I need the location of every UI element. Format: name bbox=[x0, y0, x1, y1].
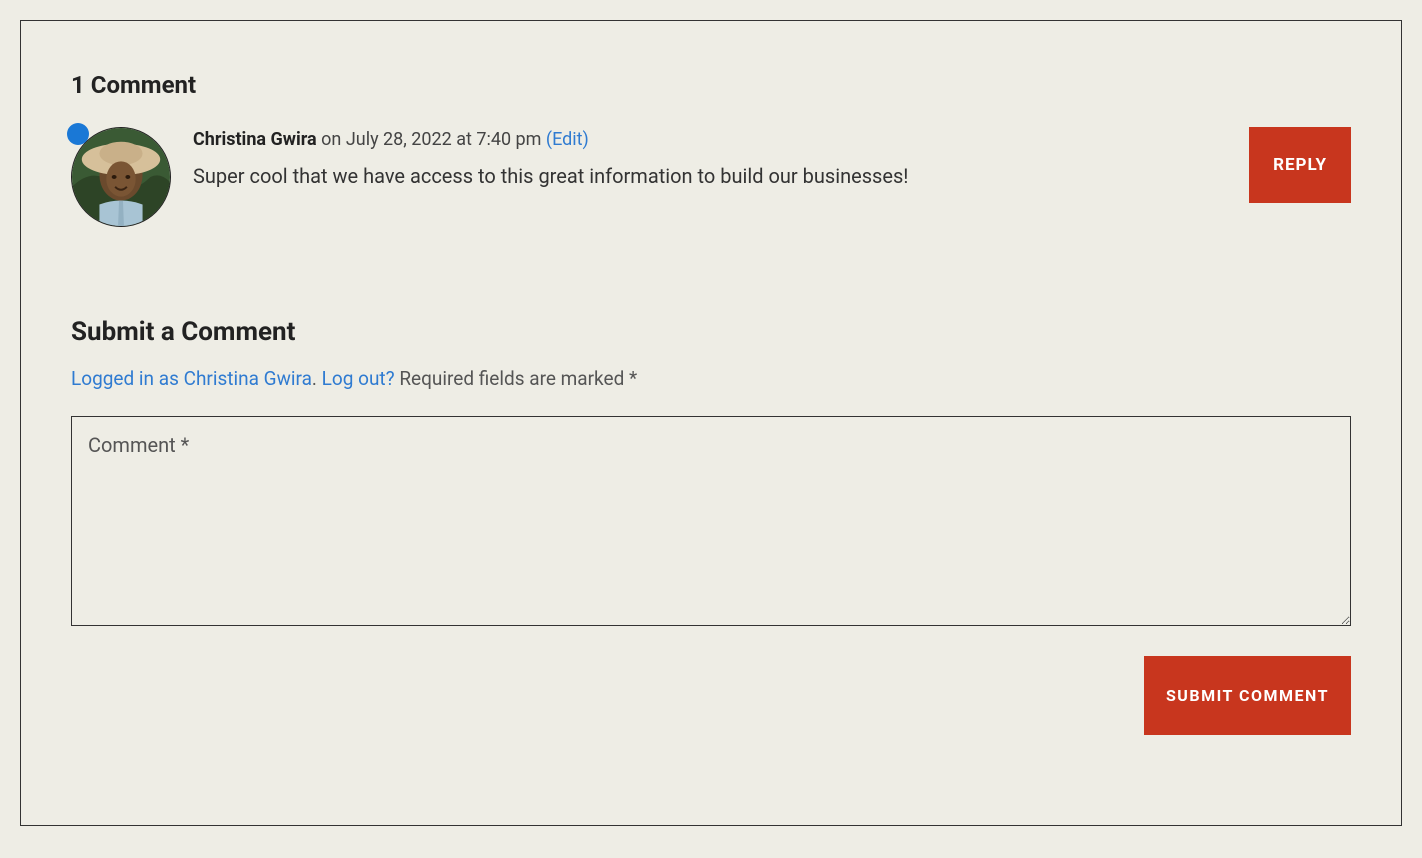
required-note: Required fields are marked * bbox=[395, 367, 638, 390]
comment-textarea[interactable] bbox=[71, 416, 1351, 626]
reply-button[interactable]: REPLY bbox=[1249, 127, 1351, 203]
comment-body: Christina Gwira on July 28, 2022 at 7:40… bbox=[193, 127, 1249, 188]
submit-row: SUBMIT COMMENT bbox=[71, 656, 1351, 735]
comment-meta: Christina Gwira on July 28, 2022 at 7:40… bbox=[193, 129, 1249, 150]
edit-link[interactable]: (Edit) bbox=[546, 129, 589, 150]
submit-heading: Submit a Comment bbox=[71, 317, 1351, 347]
comment-date: on July 28, 2022 at 7:40 pm bbox=[317, 129, 546, 150]
comment-author: Christina Gwira bbox=[193, 129, 317, 150]
comments-heading: 1 Comment bbox=[71, 71, 1351, 99]
submit-comment-button[interactable]: SUBMIT COMMENT bbox=[1144, 656, 1351, 735]
logout-link[interactable]: Log out? bbox=[322, 367, 395, 390]
login-status-line: Logged in as Christina Gwira. Log out? R… bbox=[71, 367, 1351, 390]
avatar bbox=[71, 127, 171, 227]
comment-item: Christina Gwira on July 28, 2022 at 7:40… bbox=[71, 127, 1351, 227]
avatar-wrap bbox=[71, 127, 171, 227]
online-status-icon bbox=[67, 123, 89, 145]
comment-section: 1 Comment bbox=[20, 20, 1402, 826]
logged-in-link[interactable]: Logged in as Christina Gwira bbox=[71, 367, 312, 390]
comment-text: Super cool that we have access to this g… bbox=[193, 164, 1249, 188]
